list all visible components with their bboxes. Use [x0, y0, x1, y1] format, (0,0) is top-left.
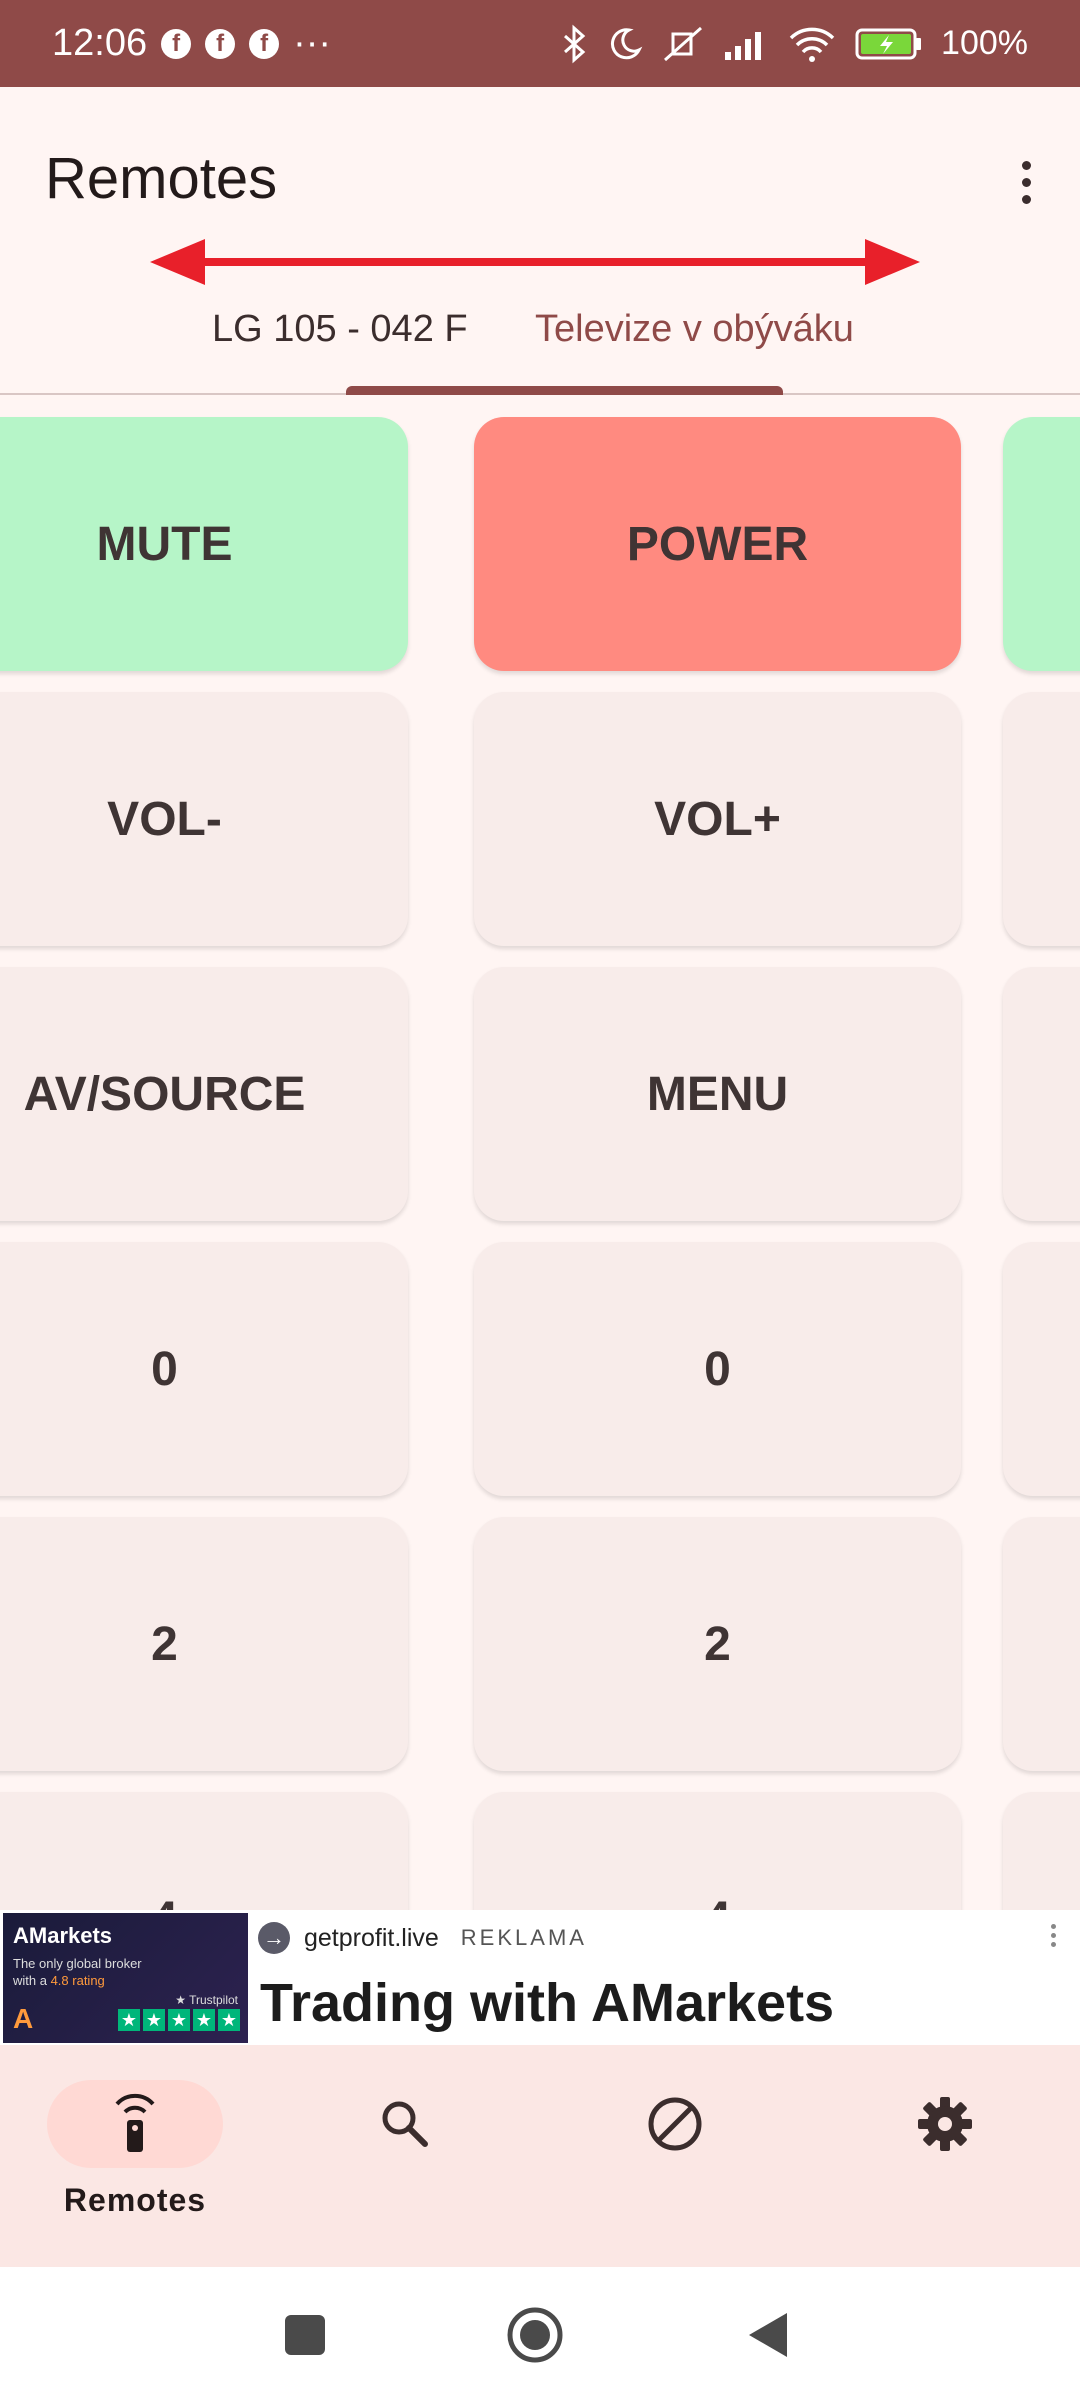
digit-2-button[interactable]: 2 — [0, 1517, 408, 1771]
tab-lg-105[interactable]: LG 105 - 042 F — [212, 308, 468, 351]
signal-icon — [725, 31, 762, 60]
nav-item-remotes[interactable]: Remotes — [45, 2080, 225, 2240]
remote-button-grid: MUTE POWER VOL- VOL+ AV/SOURCE MENU 0 0 … — [0, 395, 1080, 1910]
digit-2-button[interactable]: 2 — [474, 1517, 961, 1771]
digit-0-button[interactable]: 0 — [0, 1242, 408, 1496]
remote-button-row6-right[interactable] — [1003, 1792, 1080, 1910]
digit-4-button[interactable]: 4 — [0, 1792, 408, 1910]
menu-button[interactable]: MENU — [474, 967, 961, 1221]
status-bar: 12:06 f f f ··· 100% — [0, 0, 1080, 87]
vol-up-button[interactable]: VOL+ — [474, 692, 961, 946]
ad-options-icon[interactable] — [1051, 1924, 1056, 1947]
system-navigation-bar — [0, 2267, 1080, 2400]
block-icon — [648, 2097, 702, 2151]
av-source-button[interactable]: AV/SOURCE — [0, 967, 408, 1221]
remote-button-row4-right[interactable] — [1003, 1242, 1080, 1496]
home-circle-icon[interactable] — [505, 2305, 565, 2365]
nav-label-remotes: Remotes — [63, 2182, 207, 2218]
mute-vibrate-icon — [664, 26, 703, 61]
page-title: Remotes — [45, 146, 278, 211]
amarkets-logo-icon: A — [13, 2003, 34, 2034]
rating-stars: ★ ★ ★ ★ ★ — [118, 2009, 240, 2031]
moon-icon — [611, 27, 643, 59]
ad-source[interactable]: → getprofit.live REKLAMA — [258, 1922, 587, 1954]
facebook-icon: f — [161, 28, 192, 59]
ad-domain: getprofit.live — [304, 1923, 439, 1952]
bluetooth-icon — [564, 24, 586, 63]
facebook-icon: f — [249, 28, 280, 59]
battery-percent: 100% — [941, 24, 1028, 62]
nav-item-settings[interactable] — [855, 2080, 1035, 2240]
back-triangle-icon[interactable] — [745, 2305, 791, 2365]
swipe-hint-arrow — [150, 239, 920, 285]
ad-label: REKLAMA — [460, 1925, 587, 1950]
ad-tagline: The only global broker with a 4.8 rating — [13, 1956, 142, 1988]
trustpilot-label: ★ Trustpilot — [175, 1993, 238, 2007]
remote-button-row2-right[interactable] — [1003, 692, 1080, 946]
nav-item-blocked[interactable] — [585, 2080, 765, 2240]
ad-headline[interactable]: Trading with AMarkets — [260, 1972, 834, 2034]
more-notifications-icon: ··· — [293, 22, 332, 64]
search-icon — [382, 2101, 428, 2147]
more-vert-icon[interactable] — [996, 147, 1056, 217]
bottom-navigation: Remotes — [0, 2045, 1080, 2267]
vol-down-button[interactable]: VOL- — [0, 692, 408, 946]
tab-televize[interactable]: Televize v obýváku — [535, 308, 854, 351]
status-time: 12:06 — [52, 22, 148, 64]
recents-square-icon[interactable] — [282, 2305, 328, 2365]
ad-brand: AMarkets — [13, 1923, 113, 1948]
remote-button-row1-right[interactable] — [1003, 417, 1080, 671]
battery-icon — [855, 28, 922, 59]
mute-button[interactable]: MUTE — [0, 417, 408, 671]
digit-0-button[interactable]: 0 — [474, 1242, 961, 1496]
remote-button-row3-right[interactable] — [1003, 967, 1080, 1221]
ad-banner[interactable]: AMarkets The only global broker with a 4… — [0, 1910, 1080, 2045]
digit-4-button[interactable]: 4 — [474, 1792, 961, 1910]
power-button[interactable]: POWER — [474, 417, 961, 671]
arrow-right-icon: → — [258, 1922, 290, 1954]
facebook-icon: f — [205, 28, 236, 59]
nav-item-search[interactable] — [315, 2080, 495, 2240]
wifi-icon — [789, 27, 835, 62]
remote-button-row5-right[interactable] — [1003, 1517, 1080, 1771]
remote-control-icon — [115, 2093, 155, 2152]
remote-tabs: LG 105 - 042 F Televize v obýváku — [0, 290, 1080, 395]
ad-image[interactable]: AMarkets The only global broker with a 4… — [3, 1913, 248, 2043]
tab-indicator — [346, 386, 783, 395]
settings-gear-icon — [918, 2097, 972, 2151]
